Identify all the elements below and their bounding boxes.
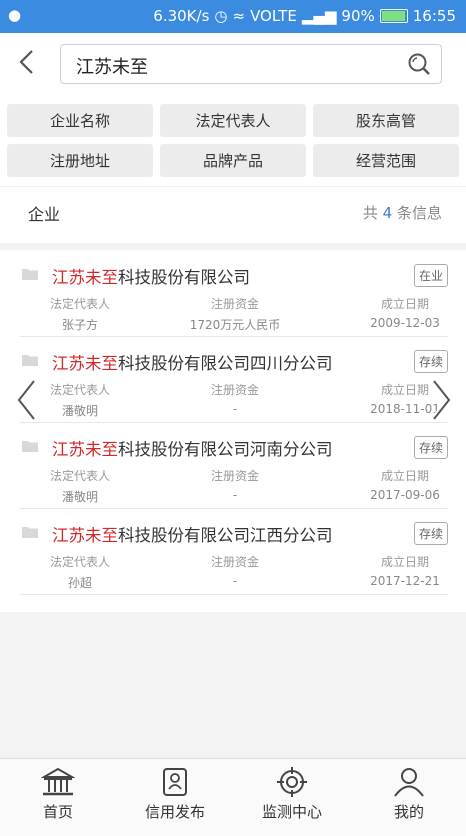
date-cell: 成立日期 2017-12-21 [370,555,440,588]
battery-percent: 90% [341,7,375,25]
tab-monitor-center-label: 监测中心 [261,803,322,821]
company-name[interactable]: 江苏未至科技股份有限公司四川分公司 [52,350,333,374]
filter-shareholders[interactable]: 股东高管 [313,104,459,137]
search-icon[interactable] [407,52,431,76]
result-category: 企业 [28,205,61,224]
status-badge: 存续 [413,350,448,373]
capital-cell: 注册资金 - [210,383,259,416]
company-name[interactable]: 江苏未至科技股份有限公司 [52,264,250,288]
network-type: VOLTE [250,7,297,25]
status-badge: 存续 [413,522,448,545]
capital-cell: 注册资金 - [210,469,259,502]
tab-mine[interactable]: 我的 [351,767,466,822]
list-item[interactable]: 江苏未至科技股份有限公司四川分公司 存续 法定代表人 潘敬明 注册资金 - 成立日期… [20,336,448,423]
list-item[interactable]: 江苏未至科技股份有限公司江西分公司 存续 法定代表人 孙超 注册资金 - 成立日期 2… [20,508,448,595]
status-bar: ● 6.30K/s ◷ ≈ VOLTE ▂▄▆ 90% 16:55 [0,0,466,33]
search-box[interactable]: 江苏未至 [60,44,442,84]
battery-icon [379,9,408,23]
legal-rep-cell: 法定代表人 孙超 [49,555,110,590]
tab-credit-publish[interactable]: 信用发布 [117,767,233,822]
signal-icon: ▂▄▆ [301,7,337,25]
notification-icon: ● [8,6,22,24]
user-icon [394,768,424,797]
list-item[interactable]: 江苏未至科技股份有限公司 在业 法定代表人 张子方 注册资金 1720万元人民币 成… [20,250,448,337]
list-item[interactable]: 江苏未至科技股份有限公司河南分公司 存续 法定代表人 潘敬明 注册资金 - 成立日期… [20,422,448,509]
status-badge: 在业 [413,264,448,287]
filter-panel: 企业名称 法定代表人 股东高管 注册地址 品牌产品 经营范围 [0,96,466,186]
date-cell: 成立日期 2017-09-06 [370,469,440,502]
company-name[interactable]: 江苏未至科技股份有限公司江西分公司 [52,522,333,546]
capital-cell: 注册资金 1720万元人民币 [189,297,281,332]
folder-icon [22,269,38,280]
filter-brand[interactable]: 品牌产品 [160,144,306,177]
chevron-right-icon[interactable] [430,378,452,422]
back-icon[interactable] [14,47,42,77]
filter-address[interactable]: 注册地址 [7,144,153,177]
filter-legal-rep[interactable]: 法定代表人 [160,104,306,137]
capital-cell: 注册资金 - [210,555,259,588]
search-input[interactable]: 江苏未至 [76,53,148,79]
alarm-icon: ◷ [214,7,228,25]
tab-home[interactable]: 首页 [0,767,116,822]
result-header: 企业 共 4 条信息 [0,186,466,243]
folder-icon [22,355,38,366]
status-badge: 存续 [413,436,448,459]
network-speed: 6.30K/s [153,7,210,25]
filter-business-scope[interactable]: 经营范围 [313,144,459,177]
result-count: 共 4 条信息 [362,204,442,222]
bank-icon [41,767,75,796]
company-list: 江苏未至科技股份有限公司 在业 法定代表人 张子方 注册资金 1720万元人民币 成… [0,250,466,612]
legal-rep-cell: 法定代表人 张子方 [49,297,110,332]
crosshair-icon [277,767,307,797]
chevron-left-icon[interactable] [16,378,38,422]
wifi-icon: ≈ [232,7,246,25]
bottom-tab-bar: 首页 信用发布 监测中心 我的 [0,758,466,836]
clock: 16:55 [412,7,456,25]
company-name[interactable]: 江苏未至科技股份有限公司河南分公司 [52,436,333,460]
tab-monitor-center[interactable]: 监测中心 [234,767,350,822]
date-cell: 成立日期 2009-12-03 [370,297,440,330]
legal-rep-cell: 法定代表人 潘敬明 [49,469,110,504]
top-bar: 江苏未至 [0,33,466,97]
tab-home-label: 首页 [42,803,73,821]
tab-credit-publish-label: 信用发布 [144,803,205,821]
folder-icon [22,527,38,538]
folder-icon [22,441,38,452]
filter-company-name[interactable]: 企业名称 [7,104,153,137]
document-icon [163,768,187,796]
legal-rep-cell: 法定代表人 潘敬明 [49,383,110,418]
tab-mine-label: 我的 [393,803,424,821]
